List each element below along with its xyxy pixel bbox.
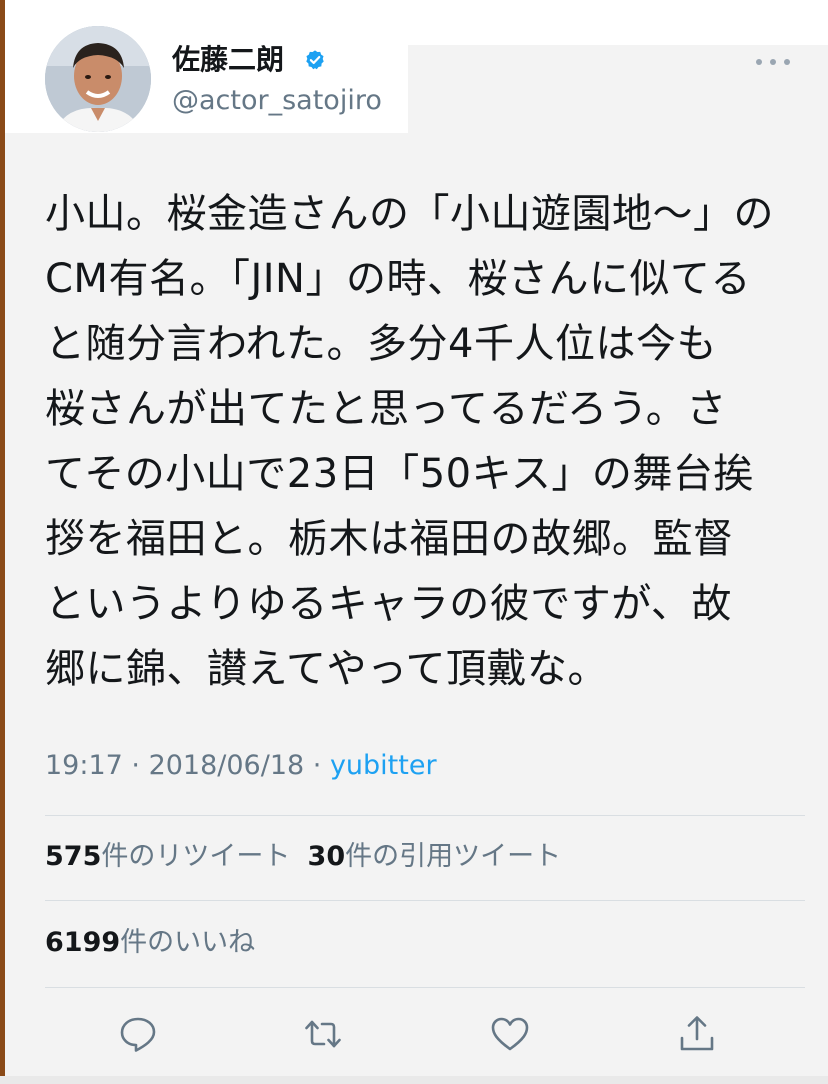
likes-stats-row[interactable]: 6199件のいいね xyxy=(45,926,255,960)
tweet-meta: 19:17 · 2018/06/18 · yubitter xyxy=(45,749,437,783)
quotes-count: 30 xyxy=(307,841,346,872)
retweet-stats-row: 575件のリツイート 30件の引用ツイート xyxy=(45,840,561,874)
tweet-source-link[interactable]: yubitter xyxy=(330,750,437,781)
retweets-count: 575 xyxy=(45,841,102,872)
dot xyxy=(784,59,790,65)
likes-label: 件のいいね xyxy=(120,927,256,958)
divider xyxy=(45,900,805,901)
meta-separator: · xyxy=(304,750,330,781)
likes-count: 6199 xyxy=(45,927,121,958)
dot xyxy=(756,59,762,65)
quotes-label: 件の引用ツイート xyxy=(345,841,562,872)
retweets-link[interactable]: 575件のリツイート xyxy=(45,841,290,872)
tweet-date[interactable]: 2018/06/18 xyxy=(149,750,305,781)
heart-icon[interactable] xyxy=(490,1014,530,1054)
verified-badge-icon xyxy=(306,50,324,70)
avatar[interactable] xyxy=(45,26,151,132)
retweets-label: 件のリツイート xyxy=(101,841,291,872)
dot xyxy=(770,59,776,65)
display-name[interactable]: 佐藤二朗 xyxy=(172,42,284,78)
quotes-link[interactable]: 30件の引用ツイート xyxy=(308,841,562,872)
avatar-image xyxy=(45,26,151,132)
window-edge xyxy=(0,0,5,1084)
more-options-icon[interactable] xyxy=(756,56,790,68)
divider xyxy=(45,987,805,988)
username[interactable]: @actor_satojiro xyxy=(172,84,382,118)
bottom-edge xyxy=(0,1076,828,1084)
tweet-time[interactable]: 19:17 xyxy=(45,750,123,781)
divider xyxy=(45,815,805,816)
retweet-icon[interactable] xyxy=(303,1014,343,1054)
tweet-page: 佐藤二朗 @actor_satojiro 小山。桜金造さんの「小山遊園地〜」の … xyxy=(0,0,828,1084)
share-icon[interactable] xyxy=(677,1014,717,1054)
tweet-text: 小山。桜金造さんの「小山遊園地〜」の CM有名。「JIN」の時、桜さんに似てる … xyxy=(45,191,774,692)
meta-separator: · xyxy=(122,750,149,781)
reply-icon[interactable] xyxy=(118,1014,158,1054)
